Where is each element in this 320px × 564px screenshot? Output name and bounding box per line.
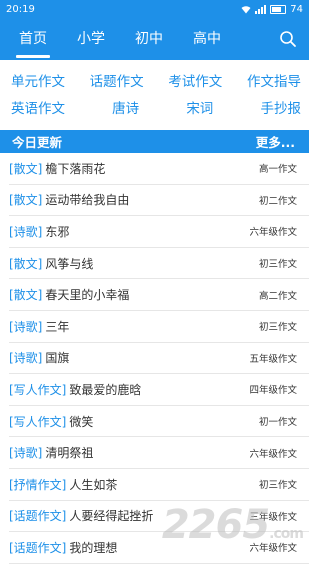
status-icons: 74: [241, 4, 303, 15]
item-tag: [写人作文]: [9, 414, 67, 429]
item-title: 春天里的小幸福: [45, 288, 130, 303]
watermark-text: 2265: [161, 502, 270, 548]
status-bar: 20:19 74: [0, 0, 309, 18]
category-exam-essay[interactable]: 考试作文: [168, 70, 222, 90]
item-left: [写人作文] 致最爱的鹿晗: [9, 381, 141, 398]
item-title: 人要经得起挫折: [69, 509, 154, 524]
list-item[interactable]: [散文] 运动带给我自由 初二作文: [9, 185, 309, 217]
item-left: [诗歌] 国旗: [9, 349, 69, 366]
tab-senior[interactable]: 高中: [178, 18, 236, 60]
item-left: [诗歌] 三年: [9, 318, 69, 335]
list-item[interactable]: [散文] 檐下落雨花 高一作文: [9, 153, 309, 185]
item-title: 三年: [45, 319, 70, 334]
item-left: [写人作文] 微笑: [9, 413, 93, 430]
category-row: 英语作文 唐诗 宋词 手抄报: [0, 93, 309, 120]
item-grade: 初三作文: [258, 322, 297, 334]
wifi-icon: [241, 5, 251, 13]
category-english-essay[interactable]: 英语作文: [11, 97, 65, 117]
watermark-logo: 2265.com: [161, 502, 304, 548]
item-tag: [诗歌]: [9, 351, 43, 366]
item-title: 运动带给我自由: [45, 193, 130, 208]
more-link[interactable]: 更多...: [256, 132, 295, 151]
watermark-suffix: .com: [269, 526, 304, 542]
list-item[interactable]: [写人作文] 微笑 初一作文: [9, 406, 309, 438]
category-tang-poems[interactable]: 唐诗: [112, 97, 139, 117]
list-item[interactable]: [抒情作文] 人生如茶 初三作文: [9, 469, 309, 501]
tab-junior[interactable]: 初中: [120, 18, 178, 60]
item-left: [诗歌] 东邪: [9, 223, 69, 240]
list-item[interactable]: [诗歌] 清明祭祖 六年级作文: [9, 437, 309, 469]
item-left: [散文] 运动带给我自由: [9, 191, 129, 208]
item-tag: [散文]: [9, 193, 43, 208]
item-title: 我的理想: [69, 540, 118, 555]
item-left: [话题作文] 人要经得起挫折: [9, 507, 153, 524]
item-left: [散文] 春天里的小幸福: [9, 286, 129, 303]
category-grid: 单元作文 话题作文 考试作文 作文指导 英语作文 唐诗 宋词 手抄报: [0, 60, 309, 124]
category-topic-essay[interactable]: 话题作文: [90, 70, 144, 90]
item-tag: [话题作文]: [9, 540, 67, 555]
item-tag: [散文]: [9, 288, 43, 303]
item-left: [抒情作文] 人生如茶: [9, 476, 117, 493]
list-item[interactable]: [散文] 风筝与线 初三作文: [9, 248, 309, 280]
item-tag: [诗歌]: [9, 446, 43, 461]
item-grade: 高一作文: [258, 164, 297, 176]
item-grade: 高二作文: [258, 290, 297, 302]
item-grade: 初三作文: [258, 259, 297, 271]
item-grade: 六年级作文: [249, 448, 297, 460]
item-tag: [散文]: [9, 256, 43, 271]
list-item[interactable]: [诗歌] 三年 初三作文: [9, 311, 309, 343]
section-header: 今日更新 更多...: [0, 130, 309, 153]
list-item[interactable]: [写人作文] 致最爱的鹿晗 四年级作文: [9, 374, 309, 406]
list-item[interactable]: [诗歌] 国旗 五年级作文: [9, 343, 309, 375]
item-tag: [抒情作文]: [9, 477, 67, 492]
item-grade: 六年级作文: [249, 227, 297, 239]
item-tag: [散文]: [9, 161, 43, 176]
item-title: 檐下落雨花: [45, 161, 106, 176]
item-grade: 五年级作文: [249, 353, 297, 365]
item-title: 东邪: [45, 224, 70, 239]
category-row: 单元作文 话题作文 考试作文 作文指导: [0, 66, 309, 93]
category-essay-guide[interactable]: 作文指导: [247, 70, 301, 90]
item-title: 清明祭祖: [45, 446, 94, 461]
item-title: 国旗: [45, 351, 70, 366]
item-grade: 初三作文: [258, 480, 297, 492]
item-title: 风筝与线: [45, 256, 94, 271]
item-left: [诗歌] 清明祭祖: [9, 444, 93, 461]
item-left: [散文] 檐下落雨花: [9, 160, 105, 177]
item-grade: 初二作文: [258, 195, 297, 207]
category-handwritten-paper[interactable]: 手抄报: [260, 97, 301, 117]
category-unit-essay[interactable]: 单元作文: [11, 70, 65, 90]
item-tag: [诗歌]: [9, 224, 43, 239]
item-tag: [话题作文]: [9, 509, 67, 524]
category-song-ci[interactable]: 宋词: [186, 97, 213, 117]
section-title: 今日更新: [12, 135, 63, 150]
item-left: [话题作文] 我的理想: [9, 539, 117, 556]
search-icon[interactable]: [279, 30, 297, 48]
list-item[interactable]: [诗歌] 东邪 六年级作文: [9, 216, 309, 248]
tab-primary[interactable]: 小学: [62, 18, 120, 60]
list-item[interactable]: [散文] 春天里的小幸福 高二作文: [9, 279, 309, 311]
item-tag: [诗歌]: [9, 319, 43, 334]
item-grade: 四年级作文: [249, 385, 297, 397]
item-title: 微笑: [69, 414, 94, 429]
battery-icon: [270, 4, 287, 14]
item-title: 致最爱的鹿晗: [69, 382, 142, 397]
top-bar: 20:19 74 首页 小学 初中 高中: [0, 0, 309, 60]
nav-tabs: 首页 小学 初中 高中: [0, 18, 309, 60]
item-title: 人生如茶: [69, 477, 118, 492]
item-grade: 初一作文: [258, 417, 297, 429]
signal-icon: [255, 4, 267, 14]
tab-home[interactable]: 首页: [4, 18, 62, 60]
status-time: 20:19: [6, 3, 35, 15]
battery-level: 74: [290, 3, 303, 15]
item-left: [散文] 风筝与线: [9, 255, 93, 272]
item-tag: [写人作文]: [9, 382, 67, 397]
